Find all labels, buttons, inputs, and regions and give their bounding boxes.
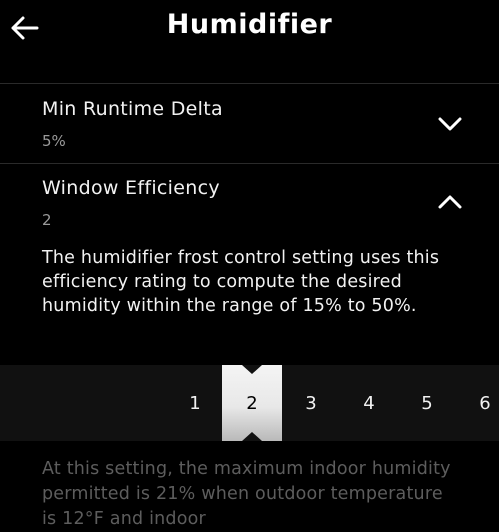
setting-note: At this setting, the maximum indoor humi… [42, 459, 451, 529]
header: Humidifier [0, 0, 499, 58]
picker-option[interactable]: 5 [398, 365, 456, 441]
picker-option[interactable]: 6 [456, 365, 499, 441]
page-title: Humidifier [166, 9, 333, 40]
picker-option[interactable]: 3 [282, 365, 340, 441]
picker-option[interactable]: 1 [166, 365, 224, 441]
setting-row-window-efficiency[interactable]: Window Efficiency 2 [0, 164, 499, 240]
setting-label: Min Runtime Delta [42, 98, 223, 120]
setting-label: Window Efficiency [42, 177, 220, 199]
chevron-down-icon[interactable] [435, 114, 465, 134]
setting-row-min-runtime-delta[interactable]: Min Runtime Delta 5% [0, 84, 499, 163]
picker-option[interactable]: 4 [340, 365, 398, 441]
setting-value: 2 [42, 211, 52, 229]
chevron-up-icon[interactable] [435, 192, 465, 212]
picker-option-selected[interactable]: 2 [223, 365, 281, 441]
setting-value: 5% [42, 132, 66, 150]
setting-description: The humidifier frost control setting use… [42, 248, 440, 316]
value-picker[interactable]: 1 2 3 4 5 6 [0, 365, 499, 441]
